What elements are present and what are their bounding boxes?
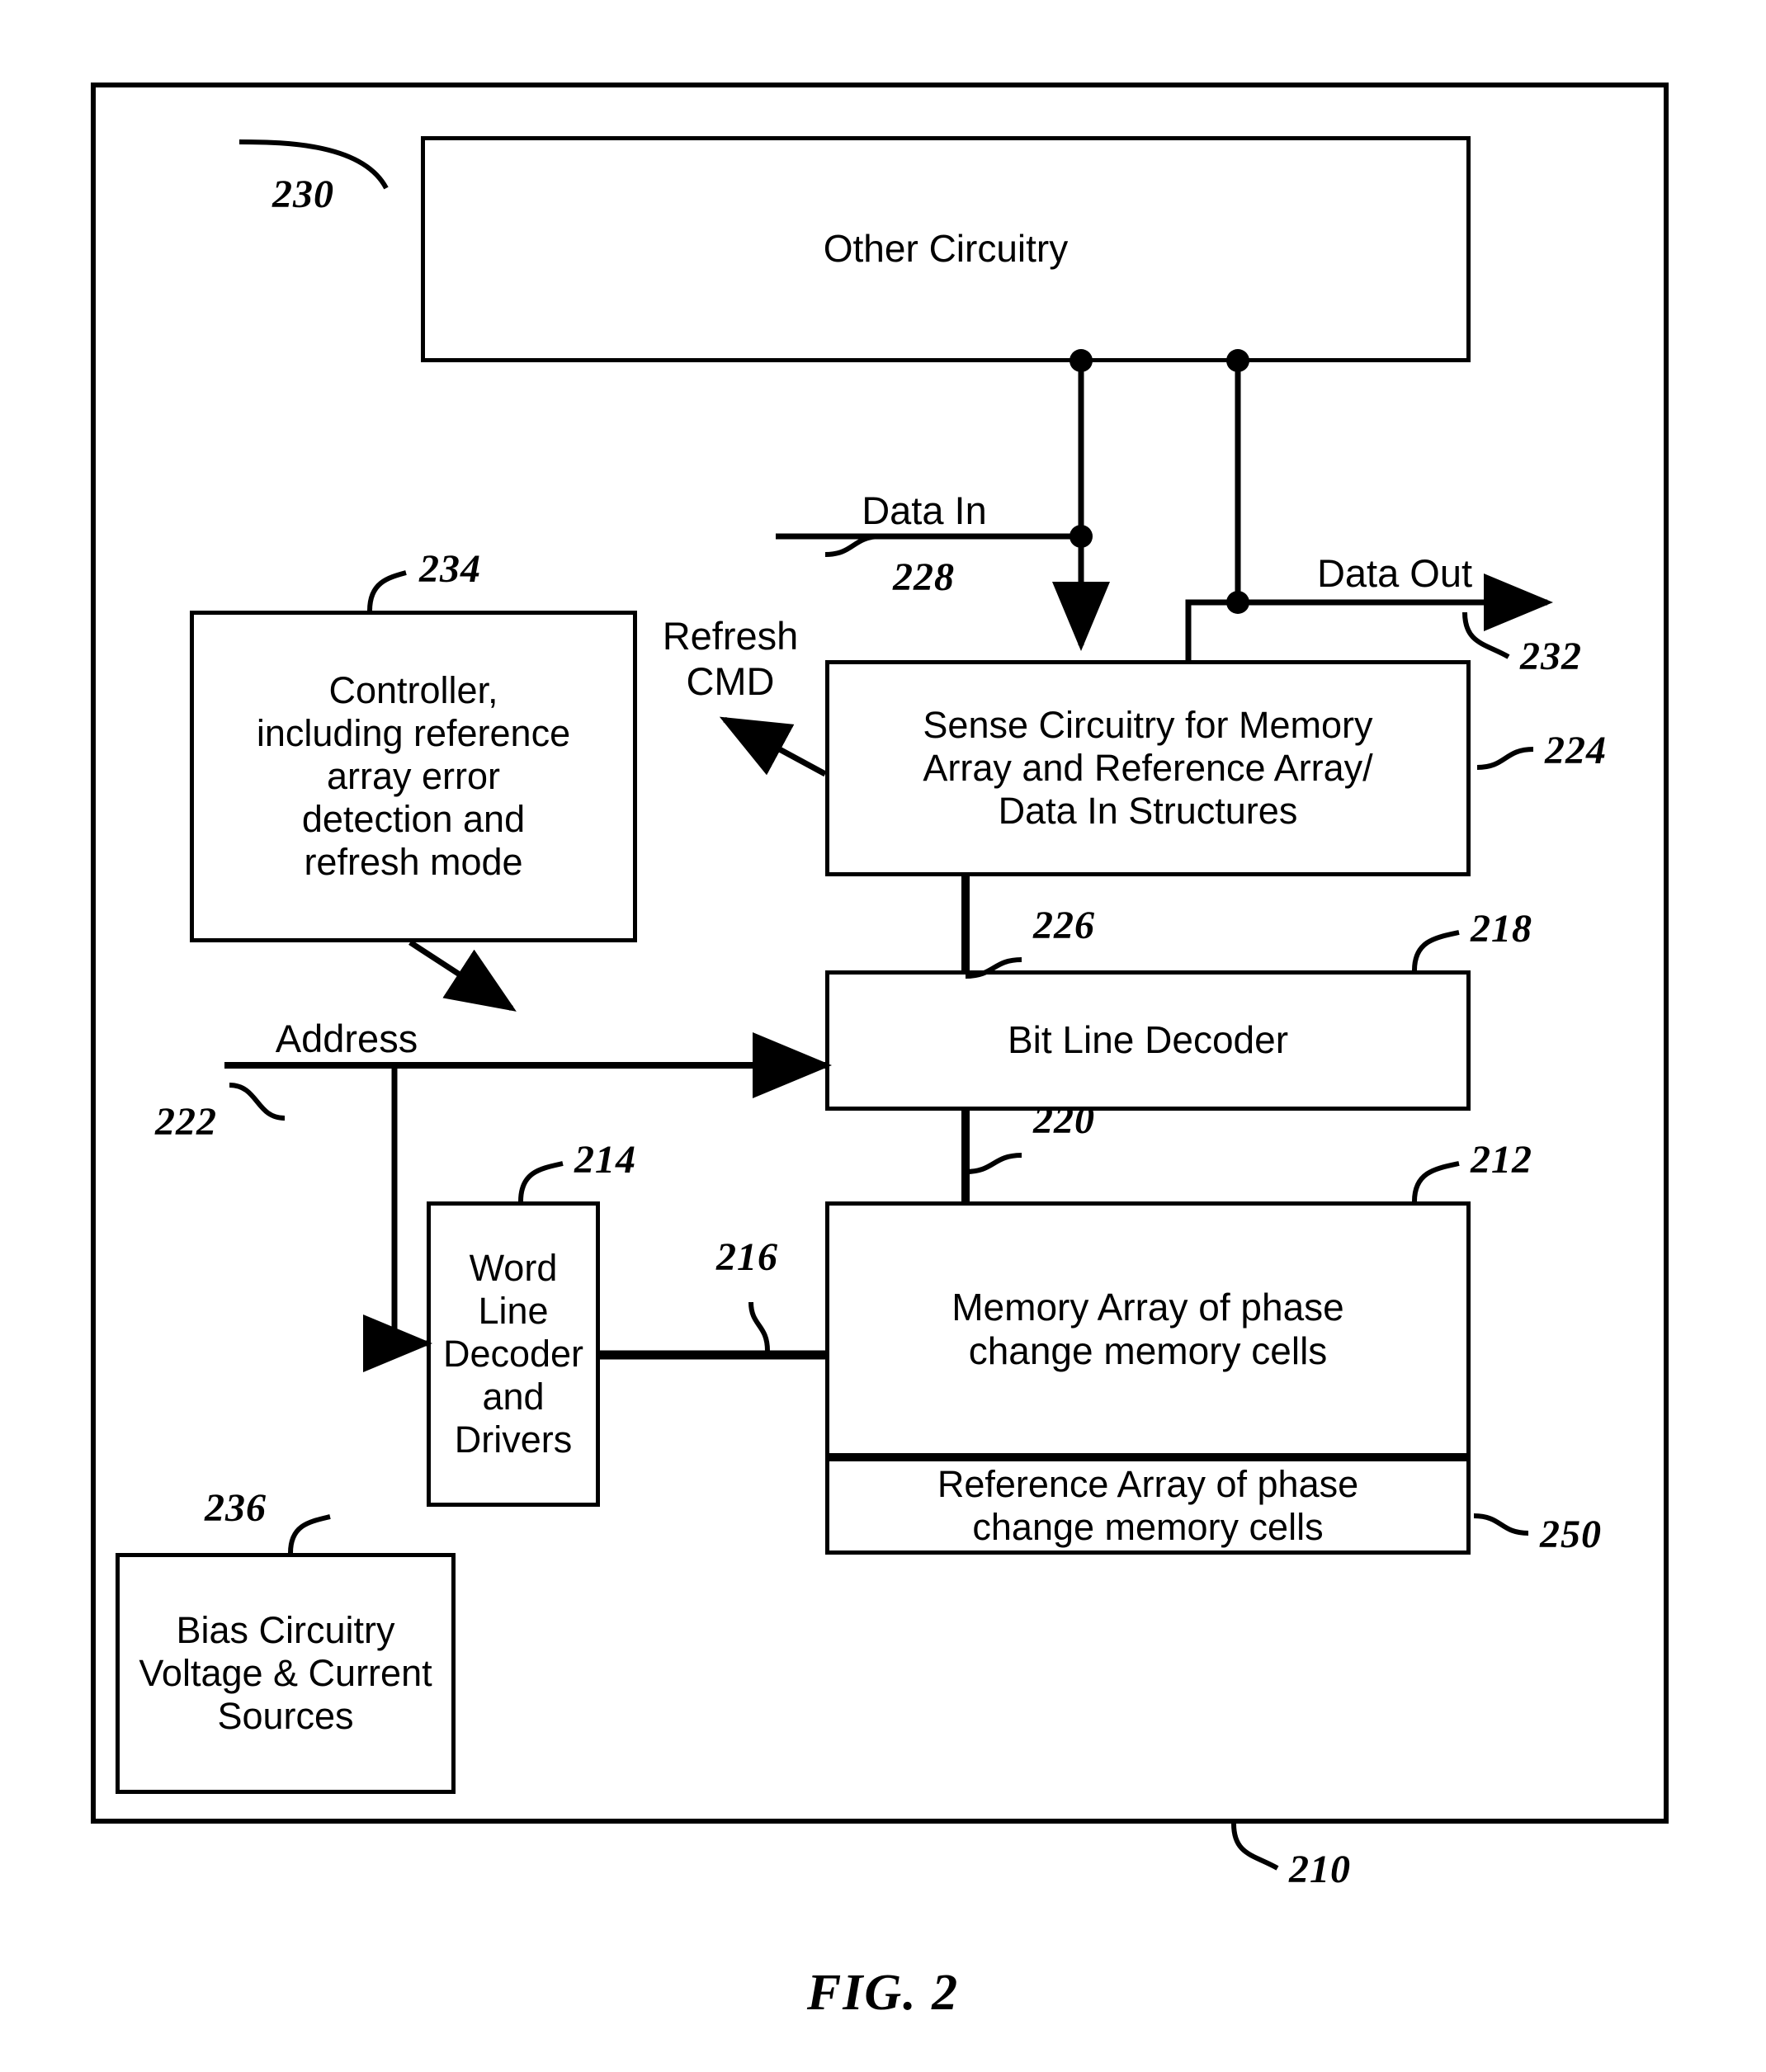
signal-label-data-in: Data In (862, 489, 987, 532)
block-reference-array-label: Reference Array of phase change memory c… (937, 1462, 1359, 1548)
block-memory-array-label: Memory Array of phase change memory cell… (951, 1285, 1344, 1372)
ref-num-214: 214 (574, 1138, 636, 1182)
block-sense-circuitry-label: Sense Circuitry for Memory Array and Ref… (923, 703, 1373, 833)
ref-num-218: 218 (1471, 907, 1532, 951)
ref-num-216: 216 (716, 1235, 778, 1279)
block-reference-array[interactable]: Reference Array of phase change memory c… (825, 1457, 1471, 1555)
block-memory-array[interactable]: Memory Array of phase change memory cell… (825, 1201, 1471, 1457)
ref-num-210: 210 (1289, 1848, 1351, 1891)
signal-label-data-out: Data Out (1316, 551, 1473, 595)
signal-label-refresh-cmd: Refresh CMD (662, 614, 799, 703)
block-bias-circuitry-label: Bias Circuitry Voltage & Current Sources (139, 1608, 432, 1738)
figure-caption: FIG. 2 (806, 1965, 960, 2021)
ref-num-222: 222 (155, 1100, 217, 1144)
block-other-circuitry[interactable]: Other Circuitry (421, 136, 1471, 362)
ref-num-226: 226 (1033, 904, 1095, 947)
ref-curl-210 (1231, 1823, 1279, 1871)
block-word-line-decoder[interactable]: Word Line Decoder and Drivers (427, 1201, 600, 1507)
ref-num-228: 228 (893, 555, 955, 599)
patent-figure: Other Circuitry Controller, including re… (0, 0, 1766, 2072)
ref-num-236: 236 (205, 1486, 267, 1530)
block-other-circuitry-label: Other Circuitry (823, 227, 1069, 271)
block-bit-line-decoder-label: Bit Line Decoder (1007, 1018, 1289, 1062)
ref-num-212: 212 (1471, 1138, 1532, 1182)
signal-label-address: Address (275, 1017, 418, 1060)
block-bit-line-decoder[interactable]: Bit Line Decoder (825, 970, 1471, 1111)
block-bias-circuitry[interactable]: Bias Circuitry Voltage & Current Sources (116, 1553, 456, 1794)
ref-num-220: 220 (1033, 1098, 1095, 1142)
block-sense-circuitry[interactable]: Sense Circuitry for Memory Array and Ref… (825, 660, 1471, 876)
ref-num-230: 230 (272, 172, 334, 216)
ref-num-224: 224 (1545, 729, 1607, 772)
ref-num-250: 250 (1540, 1513, 1602, 1556)
block-word-line-decoder-label: Word Line Decoder and Drivers (442, 1246, 584, 1461)
block-controller-label: Controller, including reference array er… (256, 668, 571, 884)
block-controller[interactable]: Controller, including reference array er… (190, 611, 637, 942)
ref-num-232: 232 (1520, 635, 1582, 678)
ref-num-234: 234 (419, 547, 481, 591)
